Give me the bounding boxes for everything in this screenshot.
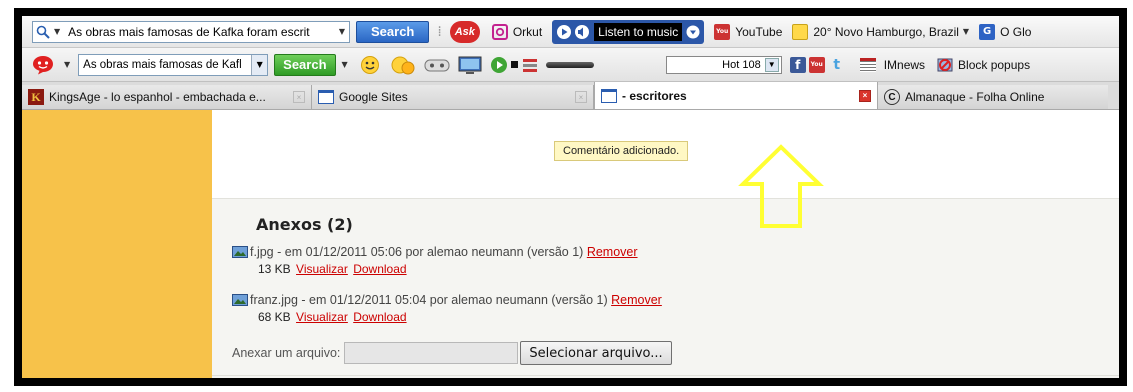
view-link[interactable]: Visualizar bbox=[296, 310, 348, 324]
tab-almanaque[interactable]: C Almanaque - Folha Online bbox=[878, 85, 1108, 109]
globo-icon[interactable]: G bbox=[979, 23, 996, 40]
youtube-small-icon[interactable]: You bbox=[808, 56, 825, 73]
attachment-item: f.jpg - em 01/12/2011 05:06 por alemao n… bbox=[232, 245, 638, 277]
play-icon[interactable] bbox=[556, 24, 572, 40]
facebook-icon[interactable]: f bbox=[789, 56, 806, 73]
tab-strip: K KingsAge - lo espanhol - embachada e..… bbox=[22, 82, 1119, 110]
search-input-second[interactable]: As obras mais famosas de Kafl bbox=[79, 59, 251, 71]
search-button-second[interactable]: Search bbox=[274, 53, 336, 76]
page-favicon-icon bbox=[318, 90, 334, 104]
media-player-icon[interactable] bbox=[490, 55, 540, 75]
attachment-item: franz.jpg - em 01/12/2011 05:04 por alem… bbox=[232, 293, 662, 325]
chat-dropdown-icon[interactable]: ▼ bbox=[60, 60, 74, 69]
block-popups-icon[interactable] bbox=[937, 57, 953, 73]
tab-escritores-label: - escritores bbox=[622, 88, 687, 103]
youtube-icon[interactable]: You bbox=[714, 23, 731, 40]
search-box-top[interactable]: ▼ As obras mais famosas de Kafka foram e… bbox=[32, 20, 350, 43]
attach-file-row: Anexar um arquivo: Selecionar arquivo... bbox=[232, 341, 672, 365]
tab-google-sites[interactable]: Google Sites × bbox=[312, 85, 594, 109]
block-popups-link[interactable]: Block popups bbox=[958, 58, 1030, 72]
download-link[interactable]: Download bbox=[353, 262, 406, 276]
attachments-section: Anexos (2) f.jpg - em 01/12/2011 05:06 p… bbox=[212, 198, 1119, 378]
toolbar-top: ▼ As obras mais famosas de Kafka foram e… bbox=[22, 16, 1119, 48]
page-favicon-icon bbox=[601, 88, 617, 103]
globo-link[interactable]: O Glo bbox=[1000, 25, 1031, 39]
up-arrow-annotation-icon bbox=[738, 144, 824, 228]
weather-link[interactable]: 20° Novo Hamburgo, Brazil bbox=[813, 25, 959, 39]
attachment-filename: franz.jpg bbox=[250, 293, 298, 307]
browser-window: ▼ As obras mais famosas de Kafka foram e… bbox=[22, 16, 1119, 378]
hot-stations-select[interactable]: Hot 108 ▼ bbox=[665, 55, 782, 74]
volume-icon[interactable] bbox=[574, 24, 590, 40]
ask-label: Ask bbox=[454, 25, 475, 38]
tab-escritores[interactable]: - escritores × bbox=[594, 82, 878, 109]
weather-icon[interactable] bbox=[792, 23, 809, 40]
twitter-icon[interactable]: t bbox=[830, 57, 844, 73]
chat-bubble-icon[interactable] bbox=[32, 55, 54, 75]
view-link[interactable]: Visualizar bbox=[296, 262, 348, 276]
screenshot-frame: ▼ As obras mais famosas de Kafka foram e… bbox=[14, 8, 1127, 386]
imnews-link[interactable]: IMnews bbox=[884, 58, 925, 72]
news-icon[interactable] bbox=[859, 57, 876, 72]
grip-icon[interactable]: ⁞ bbox=[437, 24, 441, 40]
search-button-top[interactable]: Search bbox=[356, 20, 430, 43]
search-second-menu-icon[interactable]: ▼ bbox=[338, 60, 352, 69]
remove-link[interactable]: Remover bbox=[587, 245, 638, 259]
divider bbox=[212, 375, 1119, 376]
tab-kingsage[interactable]: K KingsAge - lo espanhol - embachada e..… bbox=[22, 85, 312, 109]
attachment-size: 68 KB bbox=[258, 310, 291, 324]
search-dropdown-icon[interactable]: ▼ bbox=[335, 27, 349, 36]
tab-google-sites-label: Google Sites bbox=[339, 90, 408, 104]
folha-favicon-icon: C bbox=[884, 89, 900, 105]
volume-slider[interactable] bbox=[545, 61, 594, 68]
ask-logo-icon[interactable]: Ask bbox=[449, 20, 480, 43]
weather-dropdown-icon[interactable]: ▼ bbox=[959, 27, 973, 36]
select-file-button[interactable]: Selecionar arquivo... bbox=[520, 341, 672, 365]
tab-kingsage-label: KingsAge - lo espanhol - embachada e... bbox=[49, 90, 266, 104]
image-file-icon bbox=[232, 246, 248, 262]
remove-link[interactable]: Remover bbox=[611, 293, 662, 307]
file-path-field[interactable] bbox=[344, 342, 519, 364]
monitor-icon[interactable] bbox=[458, 55, 482, 75]
tab-almanaque-label: Almanaque - Folha Online bbox=[905, 90, 1045, 104]
search-box-second[interactable]: As obras mais famosas de Kafl ▼ bbox=[78, 53, 269, 76]
attachment-filename: f.jpg bbox=[250, 245, 274, 259]
attachment-info: - em 01/12/2011 05:04 por alemao neumann… bbox=[297, 293, 608, 307]
download-link[interactable]: Download bbox=[353, 310, 406, 324]
games-icon[interactable] bbox=[424, 56, 450, 74]
toolbar-second: ▼ As obras mais famosas de Kafl ▼ Search… bbox=[22, 48, 1119, 82]
close-icon[interactable]: × bbox=[293, 91, 305, 103]
music-player[interactable]: Listen to music bbox=[552, 19, 705, 44]
orkut-icon[interactable] bbox=[491, 23, 508, 40]
close-icon[interactable]: × bbox=[859, 89, 871, 102]
emoticons-icon[interactable] bbox=[390, 55, 416, 75]
attachments-title: Anexos (2) bbox=[256, 215, 353, 234]
image-file-icon bbox=[232, 294, 248, 310]
close-icon[interactable]: × bbox=[575, 91, 587, 103]
youtube-link[interactable]: YouTube bbox=[735, 25, 782, 39]
music-dropdown-icon[interactable] bbox=[686, 25, 700, 39]
smiley-icon[interactable] bbox=[360, 55, 380, 75]
search-icon[interactable] bbox=[33, 25, 50, 39]
attach-file-label: Anexar um arquivo: bbox=[232, 346, 341, 360]
search-input-top[interactable]: As obras mais famosas de Kafka foram esc… bbox=[64, 25, 335, 39]
hot-dropdown-icon[interactable]: ▼ bbox=[764, 57, 779, 72]
kingsage-favicon-icon: K bbox=[28, 89, 44, 105]
attachment-info: - em 01/12/2011 05:06 por alemao neumann… bbox=[273, 245, 584, 259]
music-label: Listen to music bbox=[594, 22, 683, 41]
hot-label: Hot 108 bbox=[722, 58, 761, 71]
orkut-link[interactable]: Orkut bbox=[513, 25, 542, 39]
chevron-down-icon[interactable]: ▼ bbox=[50, 27, 64, 36]
attachment-size: 13 KB bbox=[258, 262, 291, 276]
comment-added-tooltip: Comentário adicionado. bbox=[554, 141, 689, 161]
left-sidebar bbox=[22, 110, 212, 378]
search-second-dropdown-icon[interactable]: ▼ bbox=[251, 54, 268, 75]
